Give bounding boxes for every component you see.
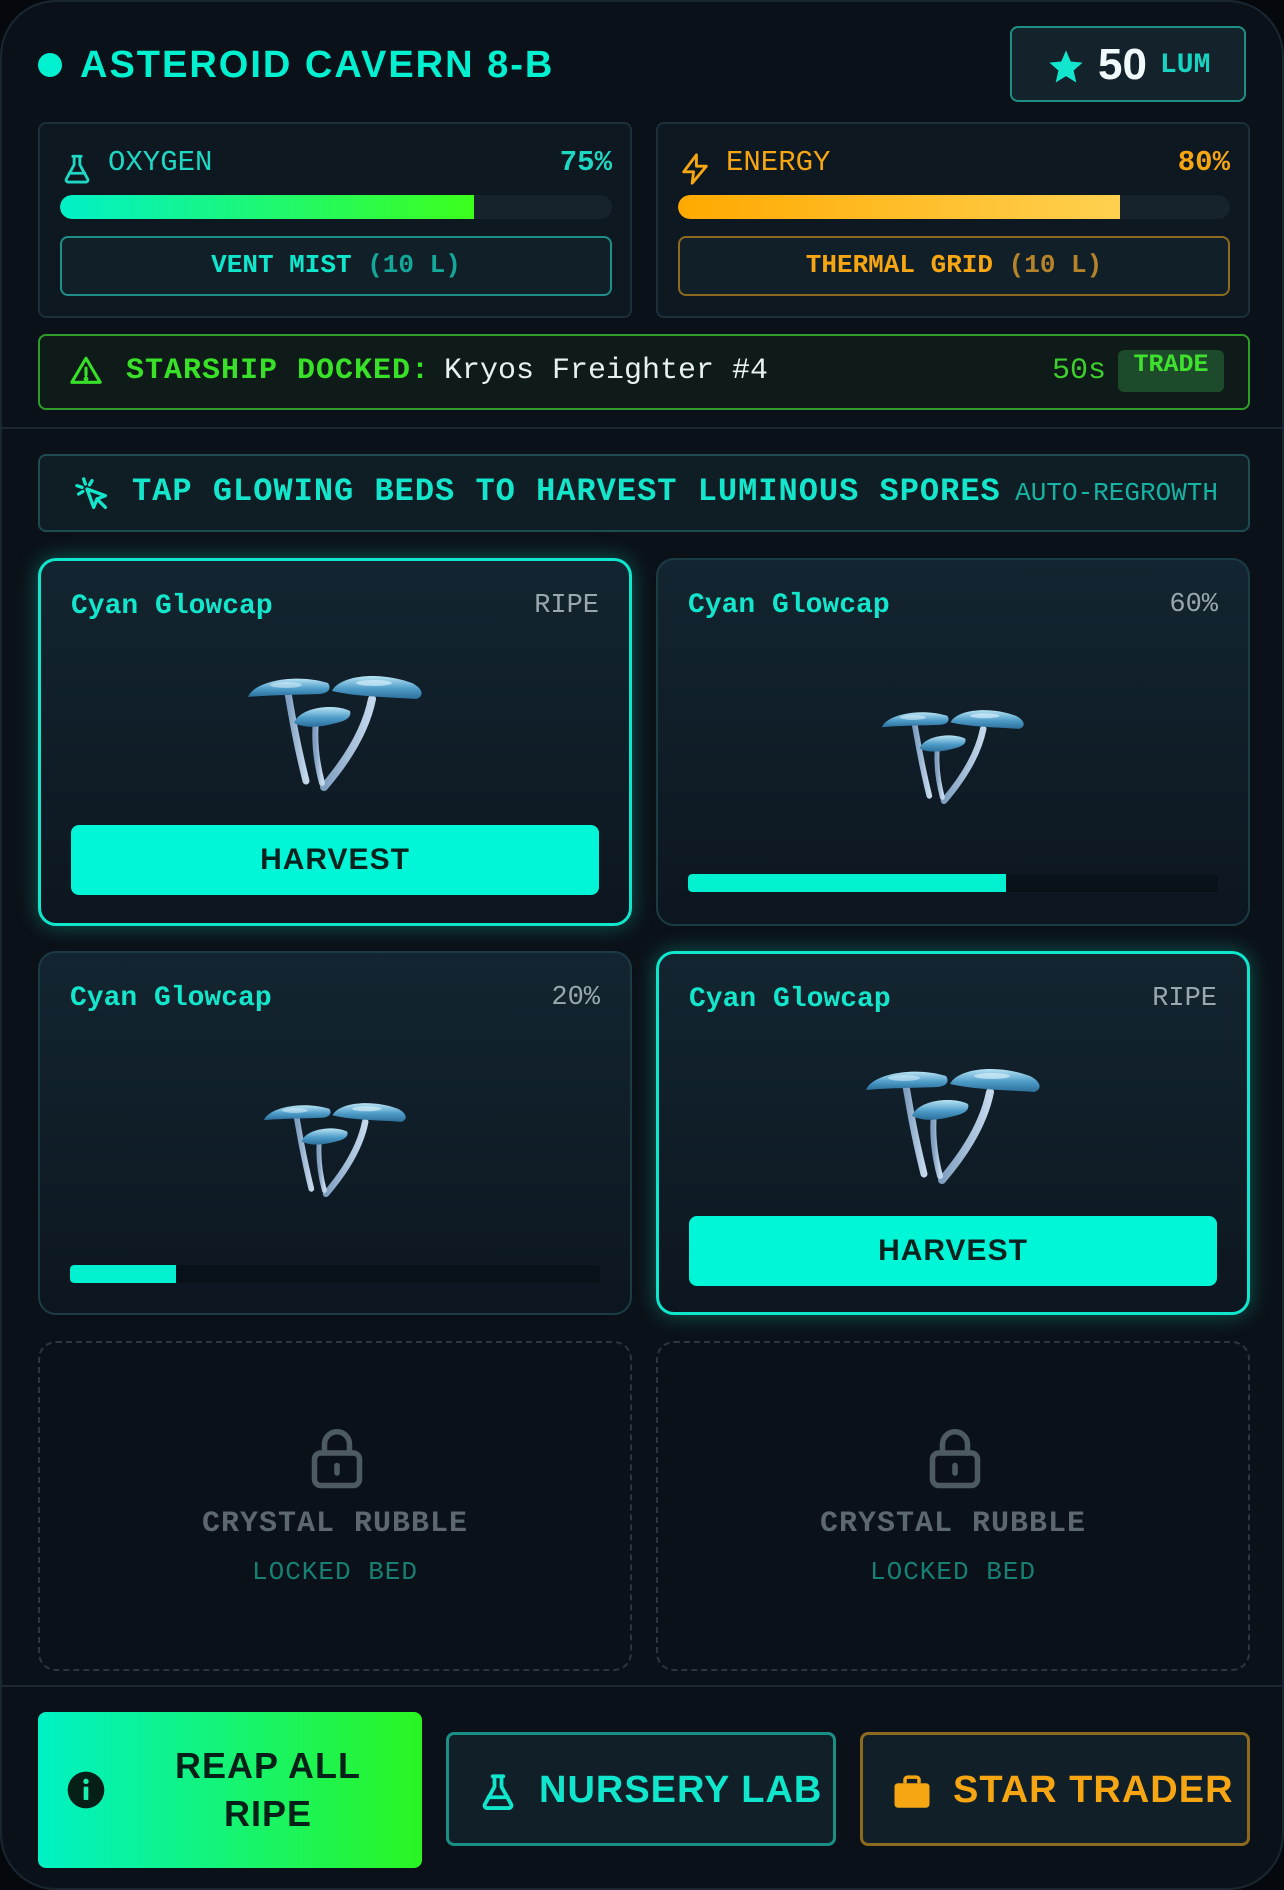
- locked-bed-1[interactable]: CRYSTAL RUBBLE LOCKED BED: [38, 1341, 632, 1671]
- plant-name: Cyan Glowcap: [70, 983, 272, 1014]
- growth-status: RIPE: [534, 591, 599, 621]
- reap-all-line-1: REAP ALL: [174, 1745, 361, 1786]
- trade-button[interactable]: TRADE: [1118, 350, 1224, 392]
- locked-bed-status: LOCKED BED: [869, 1557, 1037, 1587]
- starship-name: Kryos Freighter #4: [444, 354, 769, 388]
- plant-name: Cyan Glowcap: [688, 590, 890, 621]
- vent-mist-label: VENT MIST: [211, 250, 352, 280]
- harvest-button[interactable]: HARVEST: [71, 825, 599, 895]
- locked-bed-name: CRYSTAL RUBBLE: [201, 1507, 469, 1541]
- harvest-button[interactable]: HARVEST: [689, 1216, 1217, 1286]
- energy-bar: [678, 195, 1230, 219]
- star-icon: [1049, 50, 1083, 83]
- info-icon: [67, 1771, 105, 1809]
- grow-bed-3[interactable]: Cyan Glowcap 20%: [38, 951, 632, 1315]
- plant-name: Cyan Glowcap: [689, 984, 891, 1015]
- growth-status: RIPE: [1152, 984, 1217, 1014]
- glowcap-mushroom-icon: [257, 1099, 413, 1197]
- cursor-click-icon: [75, 477, 108, 509]
- warning-icon: [70, 356, 102, 384]
- oxygen-label: OXYGEN: [108, 146, 213, 179]
- vent-mist-cost: (10 L): [367, 250, 461, 280]
- page-title: ASTEROID CAVERN 8-B: [80, 44, 555, 86]
- energy-bar-fill: [678, 195, 1120, 219]
- nursery-lab-button[interactable]: NURSERY LAB: [446, 1732, 836, 1846]
- currency-amount: 50: [1098, 40, 1147, 89]
- footer-divider: [2, 1685, 1282, 1687]
- energy-panel: ENERGY 80% THERMAL GRID (10 L): [656, 122, 1250, 318]
- flask-icon: [64, 154, 90, 184]
- oxygen-bar-fill: [60, 195, 474, 219]
- currency-display: 50 LUM: [1010, 26, 1246, 102]
- energy-label: ENERGY: [726, 146, 831, 179]
- briefcase-icon: [894, 1775, 930, 1808]
- reap-all-label: REAP ALL RIPE: [148, 1742, 388, 1838]
- star-trader-label: STAR TRADER: [953, 1769, 1234, 1811]
- oxygen-bar: [60, 195, 612, 219]
- instruction-text: TAP GLOWING BEDS TO HARVEST LUMINOUS SPO…: [132, 473, 1001, 510]
- oxygen-panel: OXYGEN 75% VENT MIST (10 L): [38, 122, 632, 318]
- reap-all-ripe-button[interactable]: REAP ALL RIPE: [38, 1712, 422, 1868]
- locked-bed-status: LOCKED BED: [251, 1557, 419, 1587]
- thermal-grid-label: THERMAL GRID: [805, 250, 993, 280]
- glowcap-mushroom-icon: [858, 1064, 1048, 1184]
- starship-timer: 50s: [1052, 354, 1107, 388]
- grow-bed-2[interactable]: Cyan Glowcap 60%: [656, 558, 1250, 926]
- flask-icon: [482, 1774, 514, 1811]
- growth-status: 60%: [1169, 590, 1218, 620]
- status-dot: [38, 53, 62, 77]
- reap-all-line-2: RIPE: [223, 1793, 313, 1834]
- plant-name: Cyan Glowcap: [71, 591, 273, 622]
- grow-bed-4[interactable]: Cyan Glowcap RIPE HARVEST: [656, 951, 1250, 1315]
- glowcap-mushroom-icon: [875, 706, 1031, 804]
- growth-bar: [70, 1265, 600, 1283]
- locked-bed-name: CRYSTAL RUBBLE: [819, 1507, 1087, 1541]
- thermal-grid-button[interactable]: THERMAL GRID (10 L): [678, 236, 1230, 296]
- starship-banner: STARSHIP DOCKED: Kryos Freighter #4 50s …: [38, 334, 1250, 410]
- star-trader-button[interactable]: STAR TRADER: [860, 1732, 1250, 1846]
- thermal-grid-cost: (10 L): [1008, 250, 1103, 280]
- instruction-banner: TAP GLOWING BEDS TO HARVEST LUMINOUS SPO…: [38, 454, 1250, 532]
- app-frame: ASTEROID CAVERN 8-B 50 LUM OXYGEN 75% VE…: [0, 0, 1284, 1890]
- regrowth-mode: AUTO-REGROWTH: [1015, 478, 1218, 508]
- lightning-icon: [682, 153, 708, 185]
- locked-bed-2[interactable]: CRYSTAL RUBBLE LOCKED BED: [656, 1341, 1250, 1671]
- energy-percent: 80%: [1177, 146, 1230, 179]
- glowcap-mushroom-icon: [240, 671, 430, 791]
- header: ASTEROID CAVERN 8-B 50 LUM: [38, 26, 1246, 104]
- growth-bar: [688, 874, 1218, 892]
- starship-label: STARSHIP DOCKED:: [126, 354, 431, 388]
- growth-bar-fill: [70, 1265, 176, 1283]
- growth-bar-fill: [688, 874, 1006, 892]
- lock-icon: [311, 1429, 363, 1489]
- nursery-lab-label: NURSERY LAB: [539, 1769, 823, 1811]
- oxygen-percent: 75%: [559, 146, 612, 179]
- grow-bed-1[interactable]: Cyan Glowcap RIPE HARVEST: [38, 558, 632, 926]
- lock-icon: [929, 1429, 981, 1489]
- vent-mist-button[interactable]: VENT MIST (10 L): [60, 236, 612, 296]
- currency-unit: LUM: [1160, 50, 1211, 81]
- growth-status: 20%: [551, 983, 600, 1013]
- divider: [2, 427, 1282, 429]
